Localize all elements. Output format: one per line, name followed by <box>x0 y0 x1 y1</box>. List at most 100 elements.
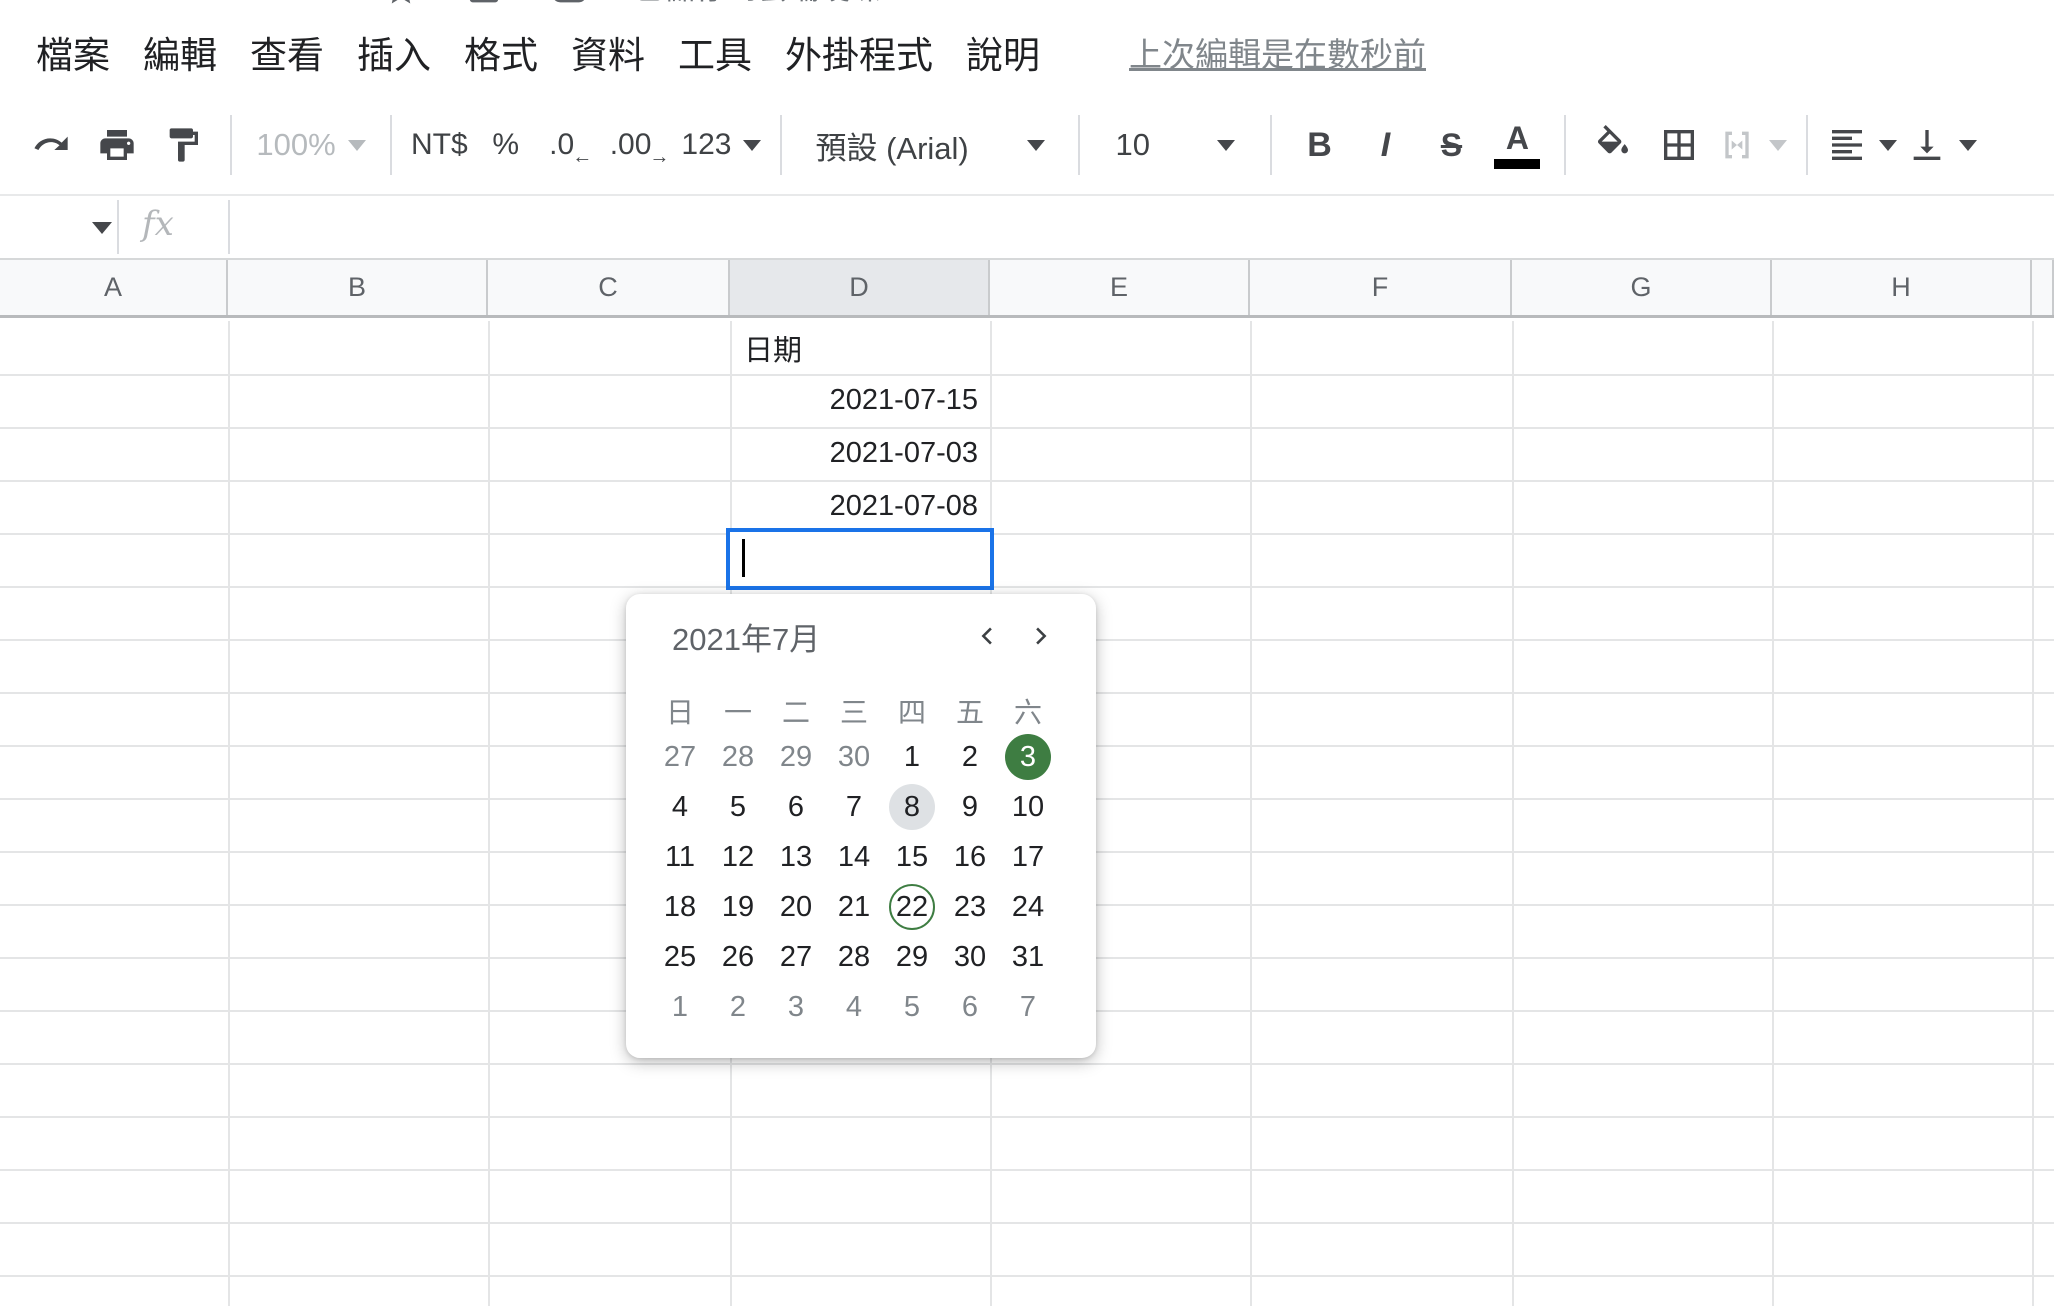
calendar-day[interactable]: 25 <box>651 932 709 982</box>
redo-button[interactable] <box>23 109 79 181</box>
calendar-day[interactable]: 24 <box>999 882 1057 932</box>
menu-item-help[interactable]: 說明 <box>966 25 1040 79</box>
calendar-day[interactable]: 10 <box>999 782 1057 832</box>
calendar-day-selected[interactable]: 3 <box>999 732 1057 782</box>
menu-item-tools[interactable]: 工具 <box>678 25 752 79</box>
print-button[interactable] <box>89 109 145 181</box>
decrease-decimal-button[interactable]: .0← <box>544 109 600 181</box>
document-title[interactable]: 未命名的試算表 <box>36 0 337 8</box>
calendar-day-out[interactable]: 29 <box>767 732 825 782</box>
borders-icon <box>1659 125 1699 165</box>
calendar-day-out[interactable]: 5 <box>883 982 941 1032</box>
last-edited-link[interactable]: 上次編輯是在數秒前 <box>1129 28 1426 76</box>
fill-color-button[interactable] <box>1585 109 1641 181</box>
column-header-a[interactable]: A <box>0 260 228 315</box>
menu-item-data[interactable]: 資料 <box>571 25 645 79</box>
column-header-e[interactable]: E <box>990 260 1250 315</box>
column-header-c[interactable]: C <box>488 260 730 315</box>
calendar-day-out[interactable]: 6 <box>941 982 999 1032</box>
next-month-button[interactable] <box>1014 614 1066 658</box>
menu-item-view[interactable]: 查看 <box>250 25 324 79</box>
grid-row-line <box>0 533 2054 535</box>
column-header-d[interactable]: D <box>730 260 990 315</box>
horizontal-align-button[interactable] <box>1827 109 1897 181</box>
borders-button[interactable] <box>1651 109 1707 181</box>
column-header-i[interactable] <box>2032 260 2054 315</box>
calendar-day[interactable]: 4 <box>651 782 709 832</box>
strikethrough-button[interactable]: S <box>1423 109 1479 181</box>
calendar-day[interactable]: 26 <box>709 932 767 982</box>
italic-button[interactable]: I <box>1357 109 1413 181</box>
menu-item-format[interactable]: 格式 <box>464 25 538 79</box>
calendar-day-today[interactable]: 8 <box>883 782 941 832</box>
star-icon[interactable] <box>383 0 419 8</box>
previous-month-button[interactable] <box>962 614 1014 658</box>
calendar-day[interactable]: 13 <box>767 832 825 882</box>
calendar-day[interactable]: 6 <box>767 782 825 832</box>
calendar-day[interactable]: 15 <box>883 832 941 882</box>
more-formats-button[interactable]: 123 <box>681 109 761 181</box>
calendar-day[interactable]: 27 <box>767 932 825 982</box>
menu-item-add-ons[interactable]: 外掛程式 <box>785 25 933 79</box>
calendar-day[interactable]: 20 <box>767 882 825 932</box>
calendar-day[interactable]: 30 <box>941 932 999 982</box>
calendar-day[interactable]: 11 <box>651 832 709 882</box>
calendar-day-out[interactable]: 28 <box>709 732 767 782</box>
bold-button[interactable]: B <box>1291 109 1347 181</box>
menu-item-insert[interactable]: 插入 <box>357 25 431 79</box>
calendar-day-out[interactable]: 30 <box>825 732 883 782</box>
calendar-day[interactable]: 5 <box>709 782 767 832</box>
calendar-day[interactable]: 23 <box>941 882 999 932</box>
currency-format-button[interactable]: NT$ <box>411 109 468 181</box>
vertical-align-button[interactable] <box>1907 109 1977 181</box>
text-color-button[interactable]: A <box>1489 109 1545 181</box>
column-header-f[interactable]: F <box>1250 260 1512 315</box>
calendar-day[interactable]: 21 <box>825 882 883 932</box>
menu-item-file[interactable]: 檔案 <box>36 25 110 79</box>
percent-format-button[interactable]: % <box>478 109 534 181</box>
calendar-day[interactable]: 17 <box>999 832 1057 882</box>
calendar-day[interactable]: 2 <box>941 732 999 782</box>
calendar-day-label: 1 <box>889 734 935 780</box>
calendar-day[interactable]: 14 <box>825 832 883 882</box>
saved-status-text[interactable]: 已儲存到雲端硬碟 <box>633 0 881 8</box>
calendar-day[interactable]: 7 <box>825 782 883 832</box>
calendar-day-out[interactable]: 3 <box>767 982 825 1032</box>
font-size-select[interactable]: 10 <box>1099 109 1251 181</box>
calendar-day[interactable]: 31 <box>999 932 1057 982</box>
formula-input[interactable] <box>232 196 2054 258</box>
cell-d3[interactable]: 2021-07-03 <box>730 427 990 480</box>
column-header-b[interactable]: B <box>228 260 488 315</box>
fx-icon: fx <box>142 204 174 244</box>
column-header-h[interactable]: H <box>1772 260 2032 315</box>
calendar-day[interactable]: 16 <box>941 832 999 882</box>
calendar-day[interactable]: 29 <box>883 932 941 982</box>
calendar-day-out[interactable]: 4 <box>825 982 883 1032</box>
menu-item-edit[interactable]: 編輯 <box>143 25 217 79</box>
calendar-day-out[interactable]: 1 <box>651 982 709 1032</box>
calendar-day[interactable]: 19 <box>709 882 767 932</box>
calendar-day-out[interactable]: 7 <box>999 982 1057 1032</box>
merge-cells-button[interactable] <box>1717 109 1787 181</box>
cloud-status-icon[interactable] <box>549 0 589 8</box>
calendar-day-out[interactable]: 2 <box>709 982 767 1032</box>
cell-d4[interactable]: 2021-07-08 <box>730 480 990 533</box>
cell-d1[interactable]: 日期 <box>730 321 990 374</box>
calendar-day-out[interactable]: 27 <box>651 732 709 782</box>
cell-d2[interactable]: 2021-07-15 <box>730 374 990 427</box>
font-family-select[interactable]: 預設 (Arial) <box>801 109 1059 181</box>
move-folder-icon[interactable] <box>465 0 503 8</box>
increase-decimal-button[interactable]: .00→ <box>610 109 672 181</box>
zoom-select[interactable]: 100% <box>251 109 371 181</box>
menu-bar: 檔案編輯查看插入格式資料工具外掛程式說明 上次編輯是在數秒前 <box>36 26 2054 78</box>
paint-format-button[interactable] <box>155 109 211 181</box>
grid-row-line <box>0 1063 2054 1065</box>
calendar-day[interactable]: 28 <box>825 932 883 982</box>
calendar-day[interactable]: 9 <box>941 782 999 832</box>
active-cell-editor[interactable] <box>726 528 994 590</box>
calendar-day[interactable]: 18 <box>651 882 709 932</box>
calendar-day-ring[interactable]: 22 <box>883 882 941 932</box>
column-header-g[interactable]: G <box>1512 260 1772 315</box>
calendar-day[interactable]: 12 <box>709 832 767 882</box>
calendar-day[interactable]: 1 <box>883 732 941 782</box>
